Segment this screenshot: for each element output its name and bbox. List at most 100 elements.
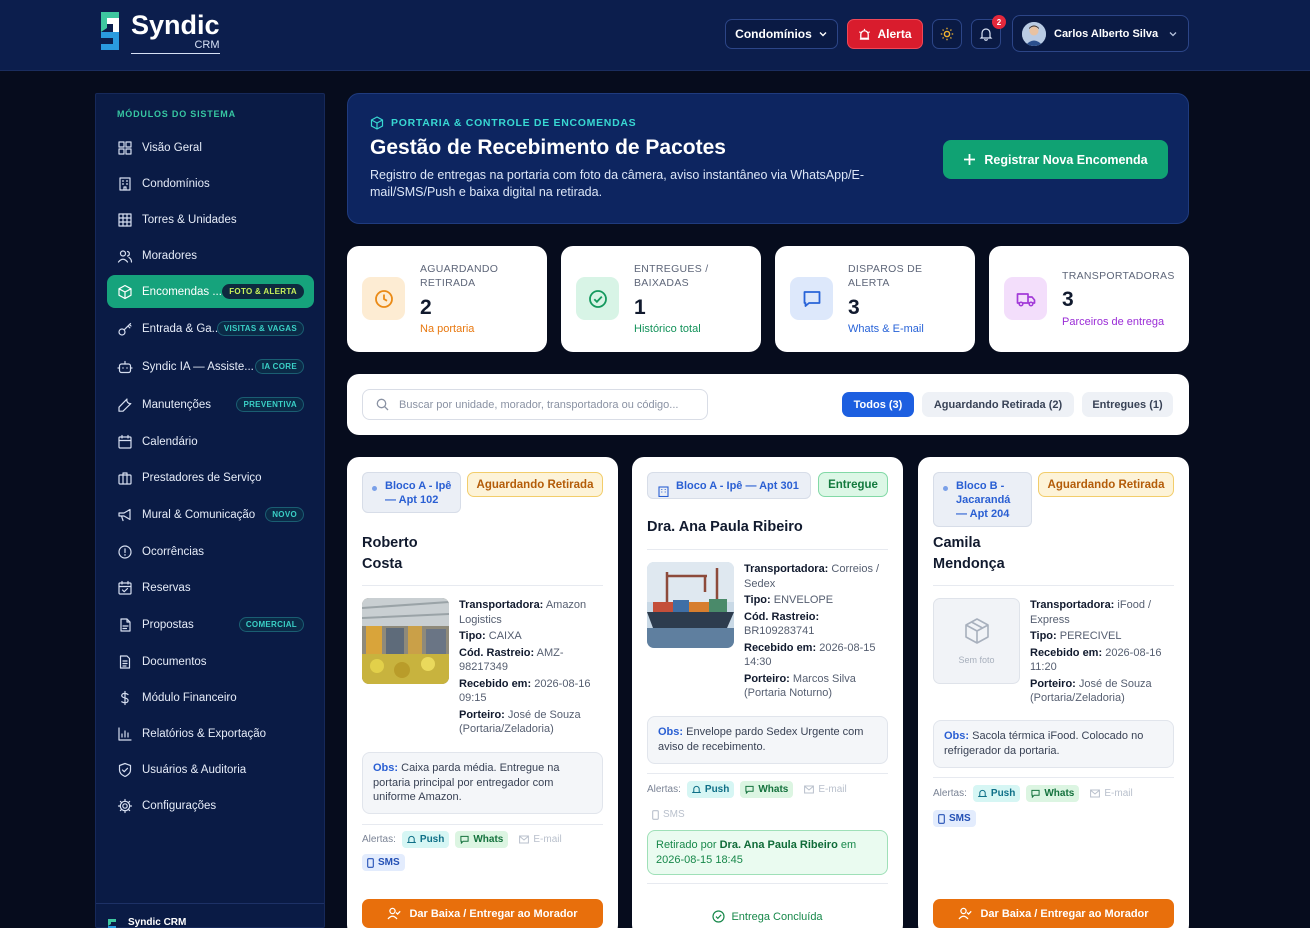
page-description: Registro de entregas na portaria com fot… [370, 168, 865, 199]
search-icon [376, 398, 389, 411]
mail-icon [519, 835, 530, 844]
condominios-dropdown[interactable]: Condomínios [725, 19, 838, 49]
sidebar-item-calendar-check[interactable]: Reservas [107, 571, 314, 604]
sidebar-item-label: Encomendas ... [142, 285, 222, 298]
package-icon [964, 618, 989, 644]
megaphone-icon [118, 508, 131, 521]
filter-entregues[interactable]: Entregues (1) [1082, 392, 1173, 417]
stat-label: AGUARDANDO RETIRADA [420, 263, 499, 289]
alert-sms-chip: SMS [647, 806, 690, 823]
condominios-label: Condomínios [735, 27, 812, 41]
sidebar-item-label: Prestadores de Serviço [142, 471, 262, 484]
sidebar-item-shield[interactable]: Usuários & Auditoria [107, 753, 314, 786]
register-package-button[interactable]: Registrar Nova Encomenda [943, 140, 1168, 179]
delivery-complete-label: Entrega Concluída [647, 910, 888, 923]
sidebar-item-wrench[interactable]: Manutenções PREVENTIVA [107, 388, 314, 421]
deliver-button[interactable]: Dar Baixa / Entregar ao Morador [933, 899, 1174, 928]
alert-circle-icon [118, 544, 132, 559]
search-filter-bar: Buscar por unidade, morador, transportad… [347, 374, 1189, 435]
sidebar-item-key[interactable]: Entrada & Ga... VISITAS & VAGAS [107, 312, 314, 345]
wrench-icon [118, 397, 132, 412]
banner-tag-label: PORTARIA & CONTROLE DE ENCOMENDAS [391, 117, 637, 129]
bell-icon [406, 835, 416, 843]
resident-name: Roberto Costa [362, 535, 418, 572]
user-name: Carlos Alberto Silva [1054, 27, 1159, 40]
bell-icon [979, 28, 993, 41]
sidebar-item-calendar[interactable]: Calendário [107, 425, 314, 458]
truck-icon [1004, 277, 1047, 320]
package-icon [118, 284, 132, 299]
sidebar-item-briefcase[interactable]: Prestadores de Serviço [107, 461, 314, 494]
clock-icon [362, 277, 405, 320]
dollar-icon [121, 690, 129, 705]
user-menu[interactable]: Carlos Alberto Silva [1012, 15, 1189, 52]
table-icon [118, 212, 132, 227]
sidebar-item-gear[interactable]: Configurações [107, 789, 314, 822]
message-icon [745, 785, 754, 794]
sidebar-item-bar-chart[interactable]: Relatórios & Exportação [107, 717, 314, 750]
search-input[interactable]: Buscar por unidade, morador, transportad… [362, 389, 708, 420]
pickup-info-box: Retirado por Dra. Ana Paula Ribeiro em 2… [647, 830, 888, 875]
sidebar-item-table[interactable]: Torres & Unidades [107, 203, 314, 236]
stat-card-entregues: ENTREGUES / BAIXADAS 1 Histórico total [561, 246, 761, 352]
sidebar-item-grid[interactable]: Visão Geral [107, 131, 314, 164]
check-circle-icon [712, 910, 726, 923]
alerts-row: Alertas: Push Whats E-mail SMS [647, 781, 877, 823]
theme-toggle-button[interactable] [932, 19, 962, 49]
phone-icon [367, 857, 374, 868]
stat-value: 1 [634, 296, 646, 319]
shield-icon [118, 762, 132, 777]
sidebar-item-tag: FOTO & ALERTA [222, 284, 304, 299]
sidebar-item-label: Syndic IA — Assiste... [142, 360, 254, 373]
sidebar-item-label: Configurações [142, 799, 217, 812]
package-details: Transportadora: iFood / Express Tipo: PE… [1030, 599, 1162, 704]
sidebar-item-label: Condomínios [142, 177, 210, 190]
sidebar-item-document[interactable]: Documentos [107, 645, 314, 678]
proposal-icon [120, 617, 131, 632]
bar-chart-icon [118, 726, 132, 741]
stat-value: 3 [1062, 288, 1074, 311]
deliver-button[interactable]: Dar Baixa / Entregar ao Morador [362, 899, 603, 928]
unit-label: Bloco A - Ipê — Apt 301 [676, 480, 799, 492]
sidebar-item-label: Propostas [142, 618, 194, 631]
sidebar-item-dollar[interactable]: Módulo Financeiro [107, 681, 314, 714]
sidebar-item-proposal[interactable]: Propostas COMERCIAL [107, 608, 314, 641]
sidebar-item-megaphone[interactable]: Mural & Comunicação NOVO [107, 498, 314, 531]
mail-icon [804, 785, 815, 794]
page-title: Gestão de Recebimento de Pacotes [370, 136, 726, 159]
filter-todos[interactable]: Todos (3) [842, 392, 914, 417]
calendar-check-icon [118, 580, 132, 595]
filter-aguardando[interactable]: Aguardando Retirada (2) [922, 392, 1074, 417]
sidebar-item-label: Usuários & Auditoria [142, 763, 247, 776]
alert-email-chip: E-mail [799, 781, 851, 798]
app-logo[interactable]: Syndic CRM [97, 10, 220, 54]
key-icon [118, 322, 132, 336]
message-icon [460, 835, 469, 844]
sidebar-item-bot[interactable]: Syndic IA — Assiste... IA CORE [107, 350, 314, 383]
sidebar-item-building[interactable]: Condomínios [107, 167, 314, 200]
sidebar-item-label: Reservas [142, 581, 191, 594]
alerts-row: Alertas: Push Whats E-mail SMS [933, 785, 1163, 827]
calendar-icon [118, 434, 132, 449]
resident-name: Camila Mendonça [933, 535, 1005, 572]
sidebar-item-package[interactable]: Encomendas ... FOTO & ALERTA [107, 275, 314, 308]
alert-email-chip: E-mail [514, 831, 566, 848]
picked-up-date: 2026-08-15 18:45 [656, 853, 743, 866]
package-photo[interactable] [362, 598, 449, 684]
stat-value: 3 [848, 296, 860, 319]
banner-tag: PORTARIA & CONTROLE DE ENCOMENDAS [370, 116, 636, 130]
package-card: Bloco B - Jacarandá — Apt 204 Aguardando… [918, 457, 1189, 928]
message-icon [1031, 789, 1040, 798]
page-banner: PORTARIA & CONTROLE DE ENCOMENDAS Gestão… [347, 93, 1189, 224]
alerta-button[interactable]: Alerta [847, 19, 923, 49]
status-badge: Aguardando Retirada [467, 472, 603, 497]
sidebar-title: MÓDULOS DO SISTEMA [117, 109, 236, 119]
sidebar-item-label: Manutenções [142, 398, 212, 411]
type-value: ENVELOPE [773, 594, 834, 606]
sidebar-item-alert-circle[interactable]: Ocorrências [107, 535, 314, 568]
package-photo[interactable] [647, 562, 734, 648]
sidebar-item-users[interactable]: Moradores [107, 239, 314, 272]
observation-box: Obs: Caixa parda média. Entregue na port… [362, 752, 603, 814]
alert-sms-chip: SMS [362, 854, 405, 871]
grid-icon [118, 140, 132, 155]
